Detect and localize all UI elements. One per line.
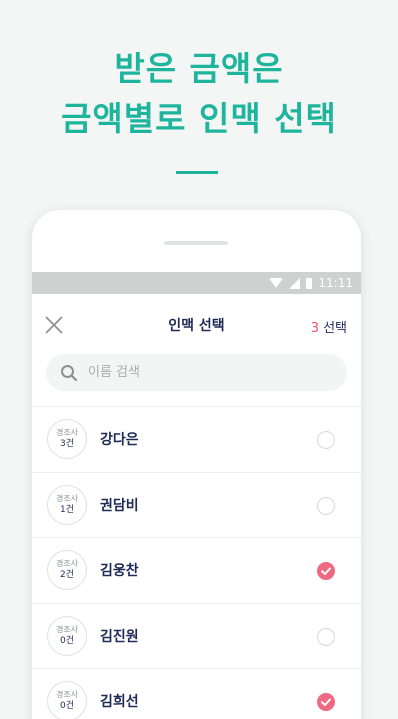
headline: 받은 금액은 금액별로 인맥 선택	[0, 44, 398, 144]
avatar-role: 경조사	[55, 690, 79, 700]
phone-frame: 11:11 인맥 선택 3선택 경조사 3건 강다은	[32, 210, 361, 719]
close-button[interactable]	[43, 314, 65, 336]
phone-speaker	[164, 241, 228, 245]
contact-row[interactable]: 경조사 1건 권담비	[32, 471, 361, 538]
selected-count-label: 선택	[323, 321, 347, 336]
contact-row[interactable]: 경조사 2건 김웅찬	[32, 537, 361, 603]
headline-line1: 받은 금액은	[114, 49, 284, 88]
select-checkbox[interactable]	[317, 627, 335, 646]
search-input[interactable]	[88, 365, 308, 380]
selected-count-number: 3	[310, 321, 320, 336]
page-title: 인맥 선택	[168, 318, 225, 334]
select-checkbox[interactable]	[317, 431, 335, 449]
headline-line2: 금액별로 인맥 선택	[61, 99, 337, 138]
contact-list: 경조사 3건 강다은 경조사 1건 권담비 경조사 2건 김웅찬 경조사 0건 …	[32, 406, 361, 719]
avatar-count: 0건	[59, 635, 74, 646]
avatar-count: 3건	[59, 439, 74, 450]
event-count-avatar: 경조사 3건	[47, 419, 87, 460]
search-icon	[61, 364, 78, 381]
select-checkbox[interactable]	[317, 693, 335, 711]
checkmark-icon	[321, 698, 331, 706]
avatar-count: 1건	[59, 504, 74, 515]
close-icon	[45, 316, 63, 334]
avatar-role: 경조사	[55, 624, 79, 634]
contact-name: 김웅찬	[100, 563, 139, 580]
wifi-icon	[269, 278, 284, 288]
event-count-avatar: 경조사 0건	[47, 681, 87, 719]
avatar-role: 경조사	[55, 428, 79, 438]
selected-count: 3 선택	[311, 317, 347, 336]
search-bar[interactable]	[46, 354, 347, 391]
avatar-role: 경조사	[55, 493, 79, 503]
contact-row[interactable]: 경조사 0건 김진원	[32, 602, 361, 669]
avatar-count: 0건	[59, 701, 74, 712]
signal-icon	[289, 277, 301, 289]
event-count-avatar: 경조사 2건	[47, 550, 87, 591]
event-count-avatar: 경조사 1건	[47, 484, 87, 525]
status-time: 11:11	[318, 276, 353, 290]
avatar-count: 2건	[59, 570, 74, 581]
contact-name: 강다은	[100, 432, 139, 449]
select-checkbox[interactable]	[317, 562, 335, 580]
contact-name: 김진원	[100, 628, 139, 645]
app-bar: 인맥 선택 3 선택	[32, 294, 361, 356]
headline-divider	[176, 171, 218, 174]
contact-name: 김희선	[100, 694, 139, 711]
checkmark-icon	[321, 567, 331, 575]
select-checkbox[interactable]	[317, 496, 335, 515]
avatar-role: 경조사	[55, 559, 79, 569]
contact-name: 권담비	[100, 497, 139, 514]
contact-row[interactable]: 경조사 3건 강다은	[32, 406, 361, 472]
contact-row[interactable]: 경조사 0건 김희선	[32, 668, 361, 719]
status-bar: 11:11	[32, 272, 361, 294]
battery-icon	[306, 277, 313, 289]
event-count-avatar: 경조사 0건	[47, 615, 87, 656]
